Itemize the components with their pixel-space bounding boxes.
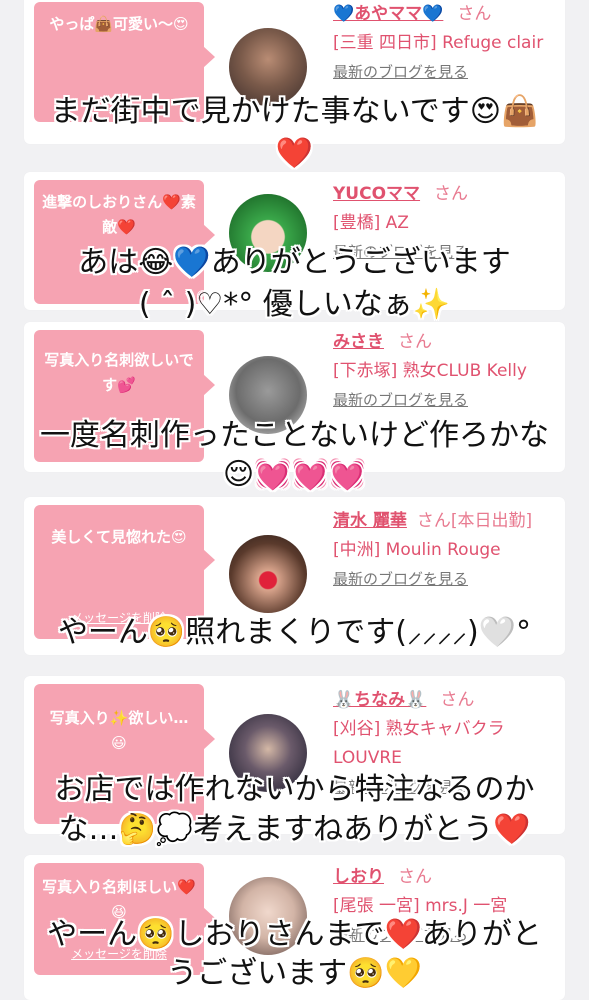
honorific: さん [398, 867, 432, 887]
honorific: さん [434, 184, 469, 204]
honorific: さん [440, 690, 475, 710]
caption-overlay: まだ街中で見かけた事ないです😍👜 [50, 94, 539, 129]
shop-location[interactable]: [中洲] Moulin Rouge [333, 536, 558, 565]
message-text: やっぱ👜可愛い〜😍 [49, 15, 189, 33]
latest-blog-link[interactable]: 最新のブログを見る [333, 386, 558, 415]
avatar[interactable] [229, 535, 307, 613]
caption-overlay: ❤️ [275, 136, 314, 171]
message-text: 写真入り✨欲しい…😃 [49, 709, 189, 752]
user-name-link[interactable]: 🐰ちなみ🐰 [333, 690, 426, 710]
message-text: 写真入り名刺欲しいです💕 [44, 351, 194, 394]
caption-overlay: 😌💓💓💓 [222, 457, 367, 492]
caption-overlay: あは😂💙ありがとうございます [78, 245, 511, 280]
caption-overlay: ( ˆ )♡*° 優しいなぁ✨ [138, 287, 451, 322]
caption-overlay: やーん🥺しおりさんまで❤️ありがと [47, 917, 542, 952]
shop-location[interactable]: [刈谷] 熟女キャバクラ LOUVRE [333, 715, 558, 773]
caption-overlay: な…🤔💭考えますねありがとう❤️ [58, 812, 531, 847]
latest-blog-link[interactable]: 最新のブログを見る [333, 565, 558, 594]
user-name-link[interactable]: みさき [333, 332, 384, 352]
user-name-link[interactable]: 💙あやママ💙 [333, 4, 443, 24]
user-name-link[interactable]: 清水 麗華 [333, 511, 407, 531]
caption-overlay: 一度名刺作ったことないけど作ろかな [39, 418, 550, 453]
message-text: 進撃のしおりさん❤️素敵❤️ [42, 193, 196, 236]
caption-overlay: うございます🥺💛 [167, 956, 422, 991]
shop-location[interactable]: [三重 四日市] Refuge clair [333, 29, 558, 58]
message-card: 写真入り✨欲しい…😃 🐰ちなみ🐰 さん [刈谷] 熟女キャバクラ LOUVRE 最… [24, 676, 565, 834]
shop-location[interactable]: [下赤塚] 熟女CLUB Kelly [333, 357, 558, 386]
message-bubble: 進撃のしおりさん❤️素敵❤️ [34, 180, 215, 304]
caption-overlay: やーん🥺照れまくりです(⸝⸝⸝⸝)🤍° [57, 615, 532, 650]
caption-overlay: お店では作れないから特注なるのか [54, 772, 535, 807]
latest-blog-link[interactable]: 最新のブログを見る [333, 58, 558, 87]
user-name-link[interactable]: YUCOママ [333, 184, 420, 204]
message-text: 美しくて見惚れた😍 [51, 528, 187, 546]
shop-location[interactable]: [豊橋] AZ [333, 209, 558, 238]
honorific: さん[本日出勤] [416, 511, 533, 531]
honorific: さん [398, 332, 432, 352]
message-text: 写真入り名刺ほしい❤️😆 [42, 878, 196, 921]
honorific: さん [457, 4, 492, 24]
user-name-link[interactable]: しおり [333, 867, 384, 887]
